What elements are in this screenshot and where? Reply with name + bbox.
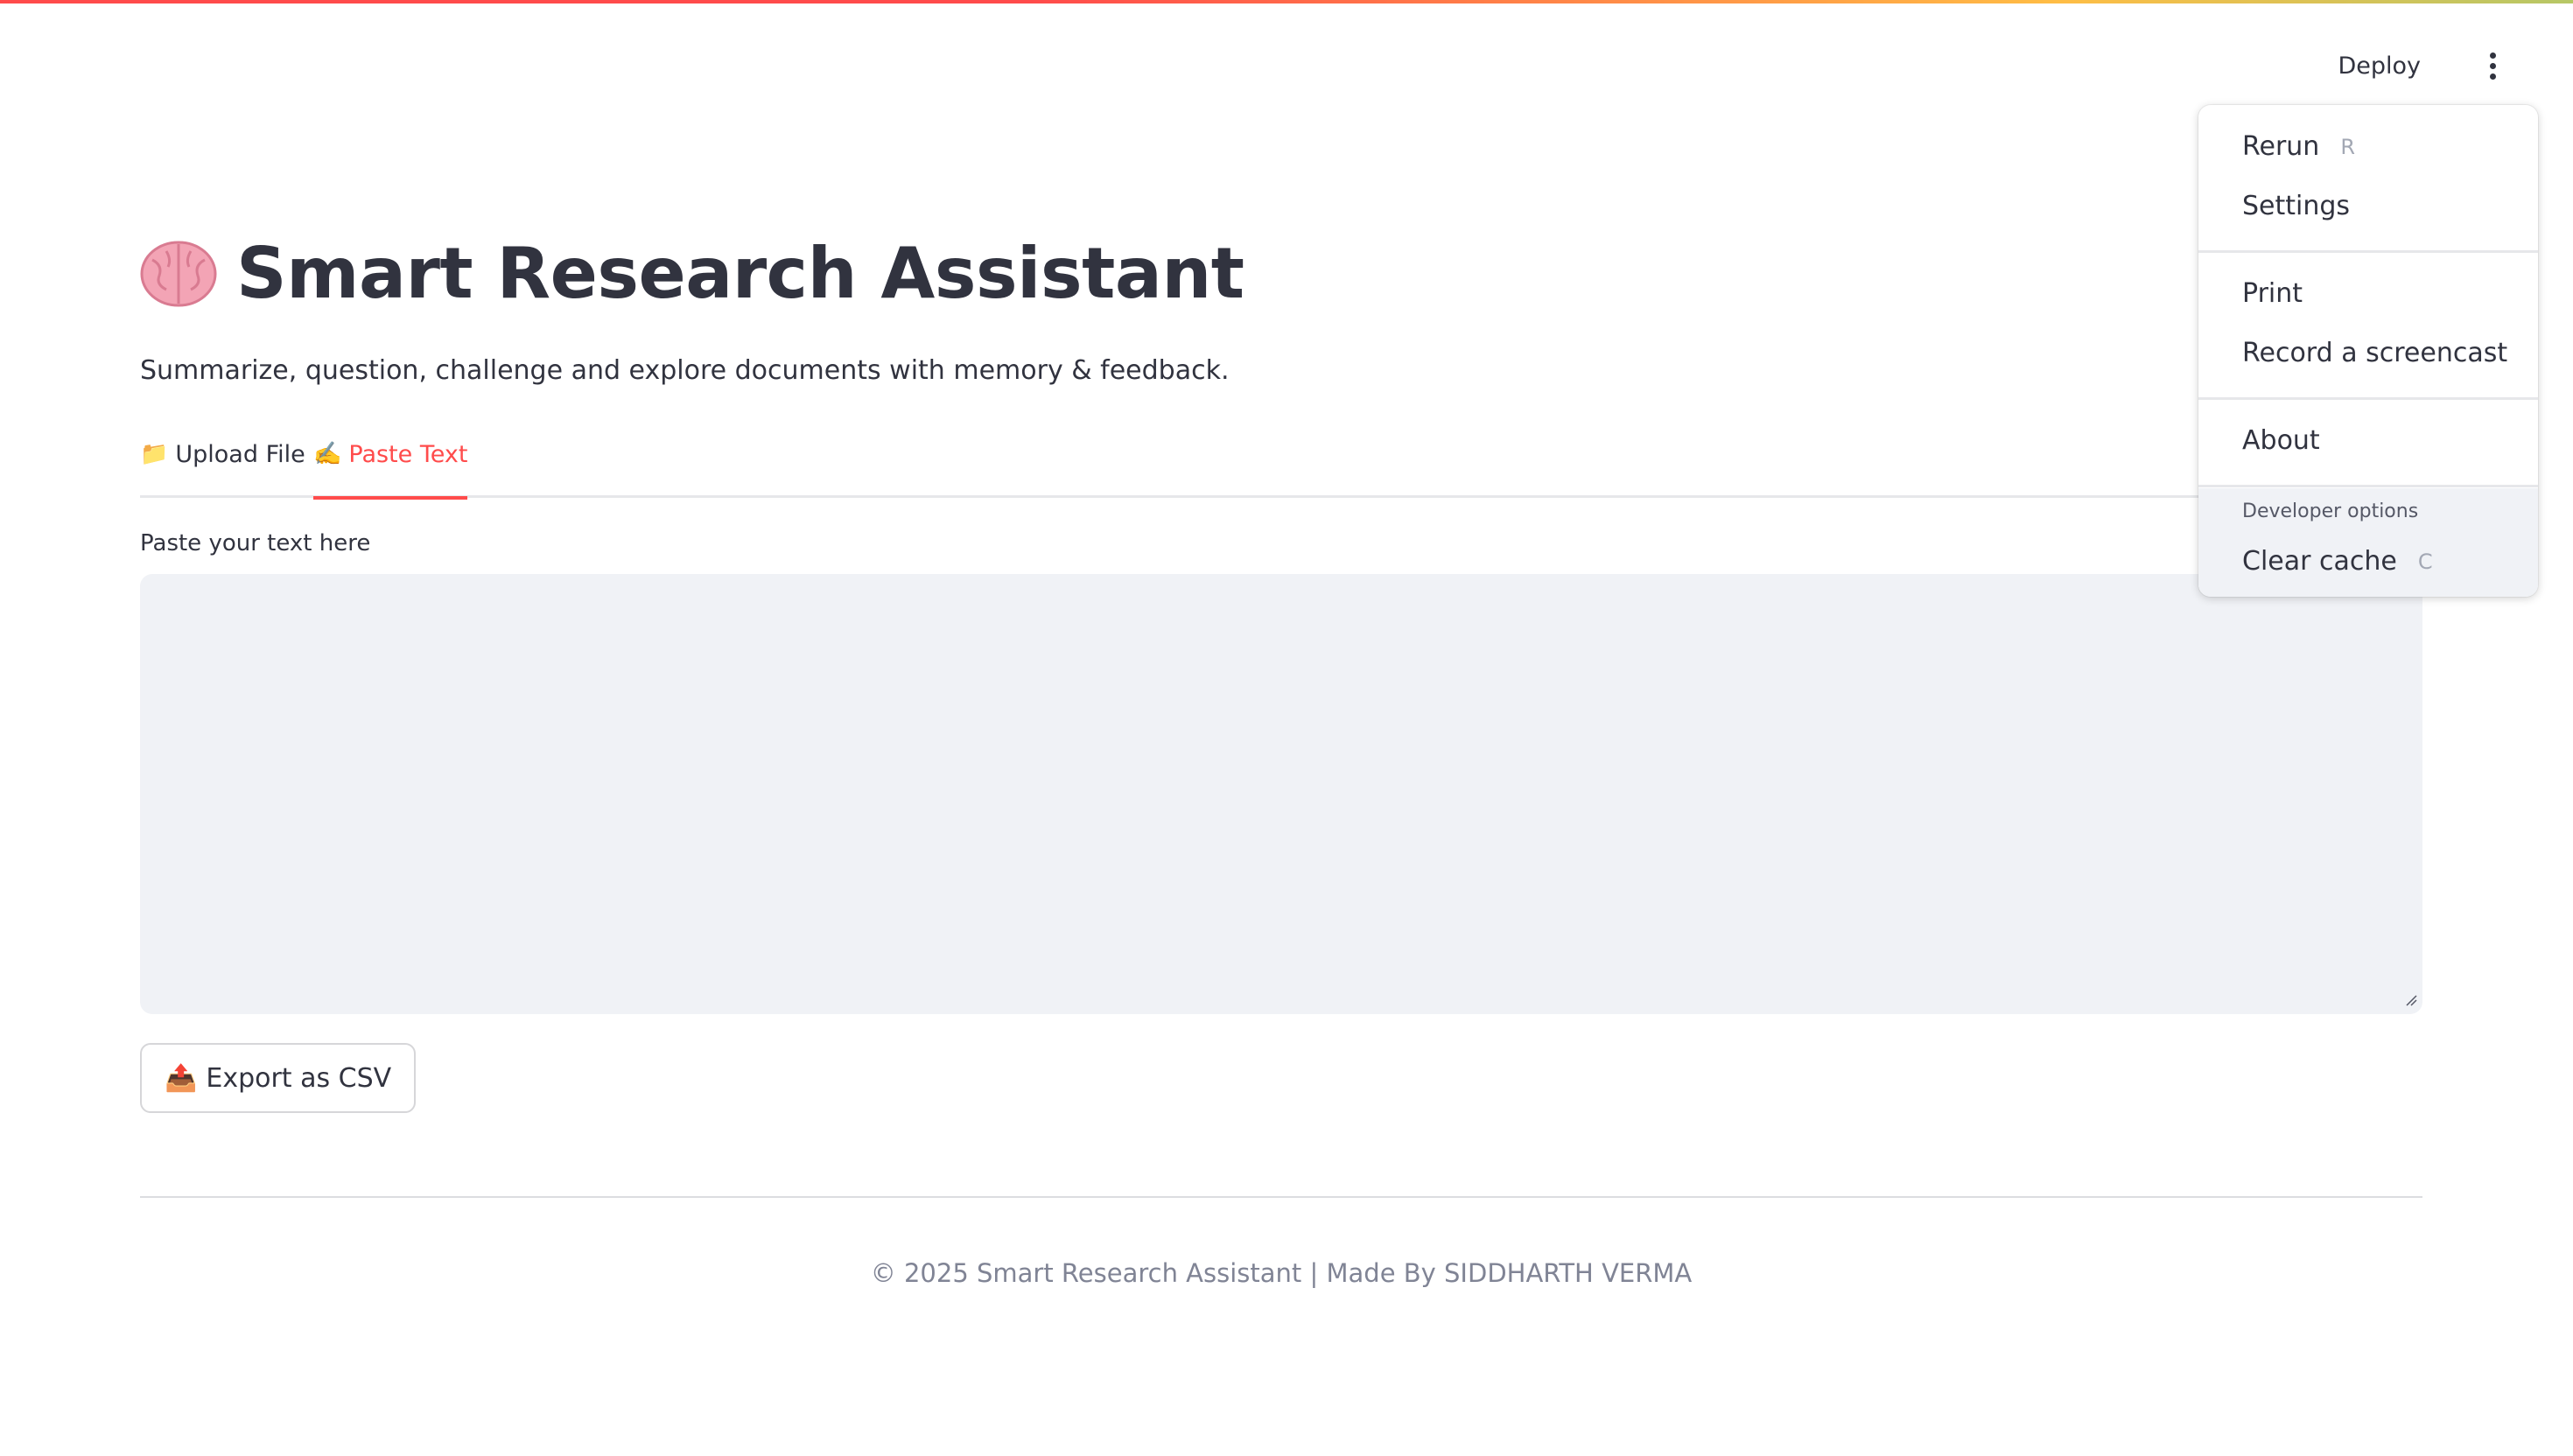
- footer-text: © 2025 Smart Research Assistant | Made B…: [870, 1258, 1693, 1288]
- resize-grip-icon[interactable]: [2405, 994, 2417, 1006]
- tab-upload-file[interactable]: 📁 Upload File: [140, 441, 305, 495]
- menu-item-settings-label: Settings: [2242, 191, 2351, 221]
- paste-text-label: Paste your text here: [140, 530, 371, 556]
- brain-icon: [140, 241, 217, 306]
- menu-item-clear-cache[interactable]: Clear cache C: [2242, 546, 2433, 577]
- title-row: Smart Research Assistant: [140, 233, 1244, 314]
- menu-item-clear-cache-label: Clear cache: [2242, 546, 2397, 577]
- menu-item-record-label: Record a screencast: [2242, 338, 2508, 368]
- top-decoration-bar: [0, 0, 2573, 4]
- menu-item-print-label: Print: [2242, 278, 2303, 309]
- outbox-tray-icon: 📤: [165, 1062, 198, 1094]
- tab-paste-text[interactable]: ✍️ Paste Text: [313, 441, 468, 500]
- menu-item-record-screencast[interactable]: Record a screencast: [2242, 338, 2507, 368]
- paste-text-area[interactable]: [140, 574, 2422, 1014]
- tab-paste-text-label: Paste Text: [348, 441, 468, 468]
- writing-hand-icon: ✍️: [313, 441, 342, 467]
- main-menu-dropdown: Rerun R Settings Print Record a screenca…: [2198, 105, 2538, 597]
- tab-upload-file-label: Upload File: [175, 441, 305, 468]
- menu-item-rerun[interactable]: Rerun R: [2242, 131, 2355, 162]
- tab-bar: 📁 Upload File ✍️ Paste Text: [140, 436, 2422, 500]
- developer-options-label: Developer options: [2242, 500, 2419, 522]
- menu-item-rerun-label: Rerun: [2242, 131, 2320, 162]
- footer-divider: [140, 1196, 2422, 1198]
- rerun-shortcut: R: [2340, 134, 2356, 159]
- main-menu-icon[interactable]: [2475, 49, 2510, 84]
- menu-item-print[interactable]: Print: [2242, 278, 2303, 309]
- page-title: Smart Research Assistant: [236, 233, 1244, 314]
- page-subtitle: Summarize, question, challenge and explo…: [140, 355, 1230, 386]
- menu-item-about-label: About: [2242, 425, 2320, 456]
- menu-separator: [2198, 250, 2538, 253]
- clear-cache-shortcut: C: [2417, 549, 2433, 574]
- export-csv-button[interactable]: 📤 Export as CSV: [140, 1043, 417, 1113]
- menu-item-about[interactable]: About: [2242, 425, 2320, 456]
- deploy-button[interactable]: Deploy: [2325, 46, 2433, 87]
- menu-separator: [2198, 397, 2538, 400]
- menu-separator: [2198, 485, 2538, 487]
- folder-icon: 📁: [140, 441, 169, 467]
- menu-item-settings[interactable]: Settings: [2242, 191, 2350, 221]
- header-actions: Deploy: [2325, 46, 2510, 87]
- export-csv-label: Export as CSV: [206, 1062, 392, 1094]
